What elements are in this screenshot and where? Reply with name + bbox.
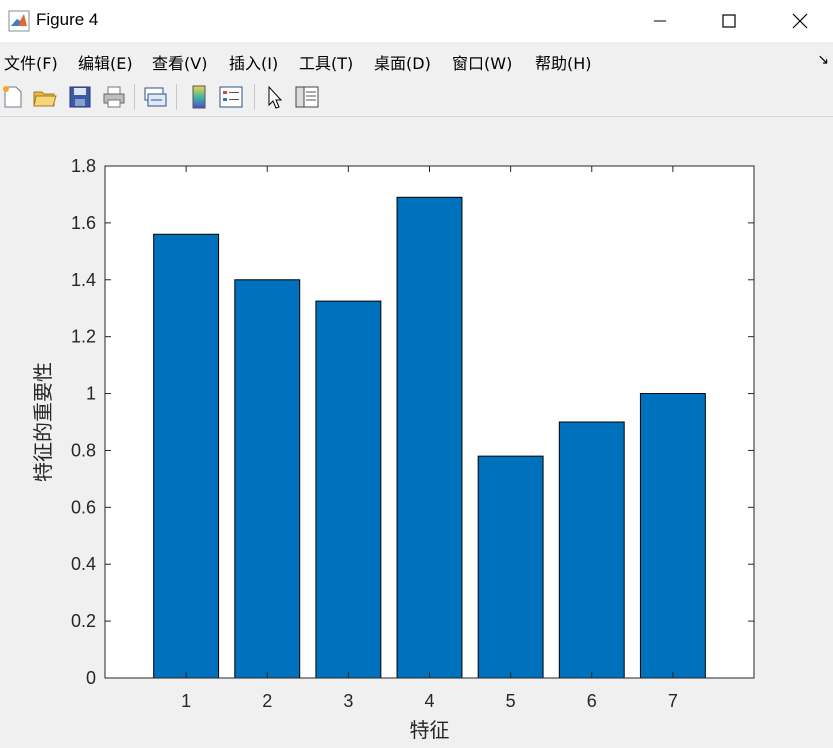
dock-arrow-icon[interactable]: ↘ <box>817 52 829 68</box>
x-tick-label: 6 <box>587 691 597 711</box>
x-tick-label: 7 <box>668 691 678 711</box>
bar[interactable] <box>639 393 706 679</box>
matlab-icon <box>8 10 30 32</box>
y-tick-label: 1.8 <box>71 156 96 176</box>
menu-insert[interactable]: 插入(I) <box>229 50 278 74</box>
menu-desktop[interactable]: 桌面(D) <box>374 50 431 74</box>
legend-icon[interactable] <box>218 84 244 110</box>
maximize-icon <box>722 14 736 28</box>
bar[interactable] <box>477 455 544 679</box>
y-tick-label: 0.8 <box>71 440 96 460</box>
x-tick-label: 3 <box>343 691 353 711</box>
close-icon <box>792 13 808 29</box>
x-tick-label: 4 <box>424 691 434 711</box>
y-tick-label: 1 <box>86 384 96 404</box>
y-tick-label: 1.2 <box>71 327 96 347</box>
y-tick-label: 0.2 <box>71 611 96 631</box>
toolbar <box>0 78 833 117</box>
x-tick-label: 5 <box>506 691 516 711</box>
maximize-button[interactable] <box>706 0 752 42</box>
property-inspector-icon[interactable] <box>294 84 320 110</box>
bar[interactable] <box>315 300 382 679</box>
bar-chart[interactable]: 0 0.2 0.4 0.6 0.8 1 1.2 1.4 1.6 1.8 1 2 3 4 5 6 7 特征 特征… <box>0 117 833 744</box>
title-bar: Figure 4 <box>0 0 833 42</box>
y-tick-label: 0 <box>86 668 96 688</box>
menu-view[interactable]: 查看(V) <box>152 50 207 74</box>
window-title: Figure 4 <box>36 10 99 29</box>
x-tick-label: 1 <box>181 691 191 711</box>
y-tick-label: 0.4 <box>71 554 96 574</box>
y-tick-label: 1.4 <box>71 270 96 290</box>
y-tick-label: 1.6 <box>71 213 96 233</box>
minimize-button[interactable] <box>637 0 683 42</box>
new-figure-icon[interactable] <box>0 84 26 110</box>
pointer-icon[interactable] <box>262 84 288 110</box>
menu-help[interactable]: 帮助(H) <box>535 50 592 74</box>
menu-edit[interactable]: 编辑(E) <box>78 50 133 74</box>
figure-canvas: 0 0.2 0.4 0.6 0.8 1 1.2 1.4 1.6 1.8 1 2 3 4 5 6 7 特征 特征… <box>0 117 833 744</box>
open-file-icon[interactable] <box>32 84 58 110</box>
bar[interactable] <box>153 233 220 679</box>
colorbar-icon[interactable] <box>186 84 212 110</box>
save-icon[interactable] <box>67 84 93 110</box>
menu-bar: 文件(F) 编辑(E) 查看(V) 插入(I) 工具(T) 桌面(D) 窗口(W… <box>0 42 833 78</box>
minimize-icon <box>654 20 666 22</box>
bar[interactable] <box>234 279 301 679</box>
close-button[interactable] <box>777 0 823 42</box>
x-axis-label: 特征 <box>410 718 450 742</box>
y-tick-label: 0.6 <box>71 497 96 517</box>
toolbar-separator <box>254 84 255 110</box>
link-plot-icon[interactable] <box>142 84 168 110</box>
print-icon[interactable] <box>101 84 127 110</box>
bar[interactable] <box>558 421 625 679</box>
toolbar-separator <box>134 84 135 110</box>
x-tick-label: 2 <box>262 691 272 711</box>
y-axis-label: 特征的重要性 <box>31 362 55 482</box>
menu-file[interactable]: 文件(F) <box>4 50 58 74</box>
menu-window[interactable]: 窗口(W) <box>452 50 512 74</box>
bar[interactable] <box>396 196 463 679</box>
toolbar-separator <box>176 84 177 110</box>
menu-tools[interactable]: 工具(T) <box>299 50 353 74</box>
